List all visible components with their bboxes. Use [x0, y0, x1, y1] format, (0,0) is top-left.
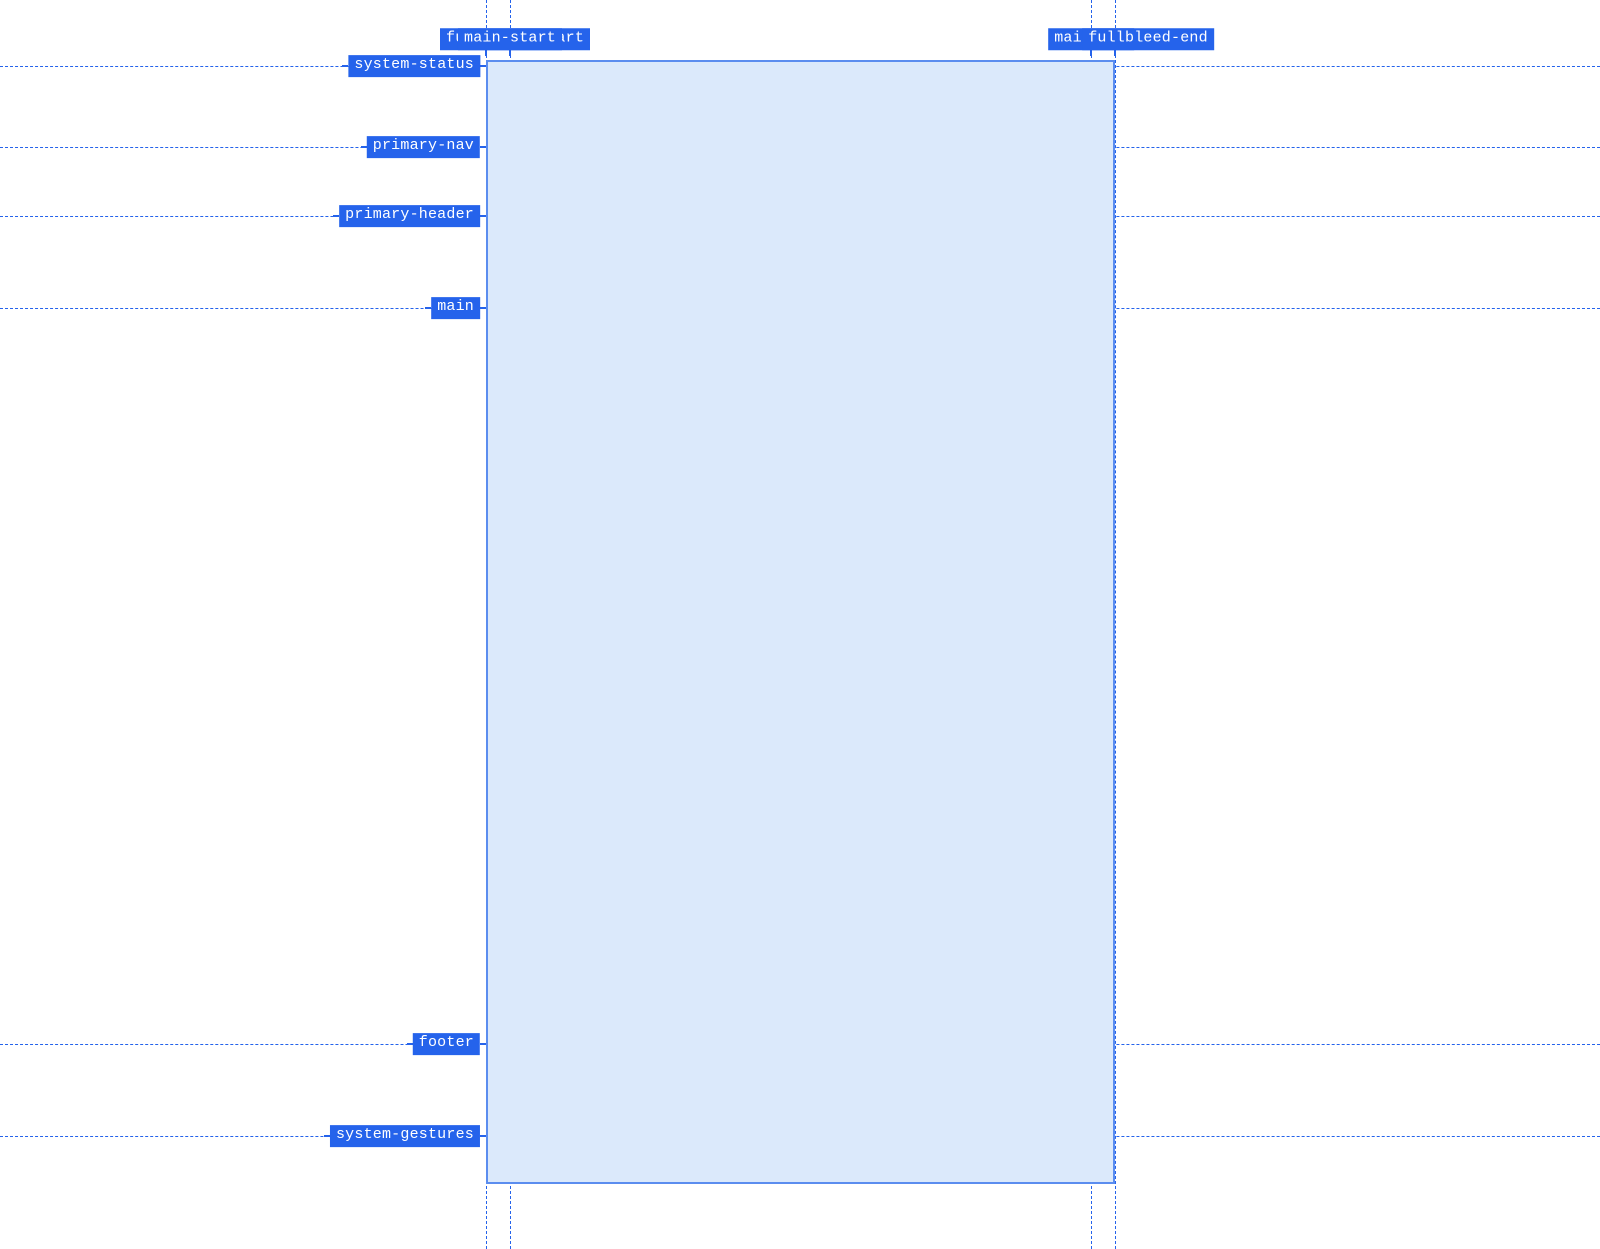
row-label-main: main: [431, 297, 480, 319]
row-tick-left-primary-nav: [361, 146, 367, 148]
row-label-footer: footer: [413, 1033, 480, 1055]
column-tick-fullbleed-end: [1114, 50, 1116, 56]
row-tick-left-primary-header: [333, 215, 339, 217]
column-line-fullbleed-end: [1115, 0, 1116, 1249]
row-tick-right-primary-header: [480, 215, 486, 217]
device-frame: [486, 60, 1115, 1184]
column-tick-main-end: [1090, 50, 1092, 56]
row-tick-left-system-gestures: [324, 1135, 330, 1137]
row-label-system-status: system-status: [348, 55, 480, 77]
column-tick-fullbleed-start: [485, 50, 487, 56]
row-tick-right-system-gestures: [480, 1135, 486, 1137]
column-label-main-start: main-start: [458, 28, 562, 50]
row-tick-right-main: [480, 307, 486, 309]
row-tick-right-primary-nav: [480, 146, 486, 148]
column-tick-main-start: [509, 50, 511, 56]
row-label-primary-header: primary-header: [339, 205, 480, 227]
row-label-primary-nav: primary-nav: [367, 136, 480, 158]
row-tick-left-main: [425, 307, 431, 309]
row-tick-right-footer: [480, 1043, 486, 1045]
row-label-system-gestures: system-gestures: [330, 1125, 480, 1147]
row-tick-right-system-status: [480, 65, 486, 67]
row-tick-left-system-status: [342, 65, 348, 67]
column-label-fullbleed-end: fullbleed-end: [1082, 28, 1214, 50]
row-tick-left-footer: [407, 1043, 413, 1045]
